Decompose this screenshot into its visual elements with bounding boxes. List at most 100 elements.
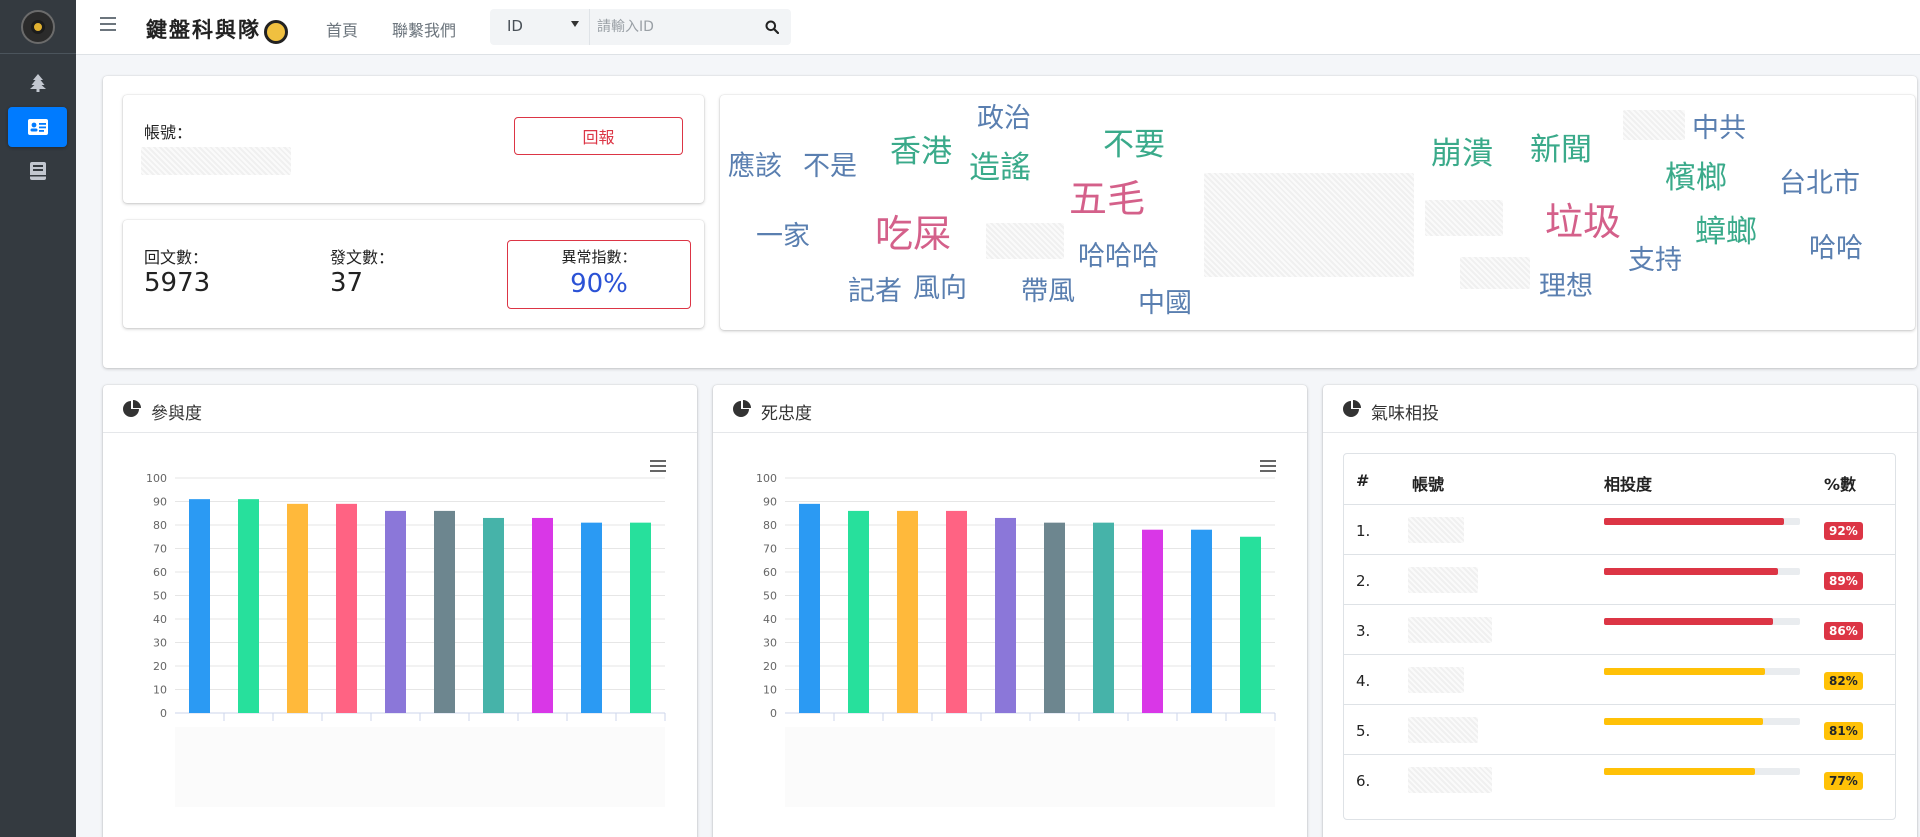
word-cloud-word: 台北市 bbox=[1779, 168, 1860, 199]
bar[interactable] bbox=[532, 517, 553, 713]
bar[interactable] bbox=[581, 522, 602, 713]
bar[interactable] bbox=[1191, 529, 1212, 713]
menu-toggle-icon[interactable] bbox=[100, 17, 116, 31]
search-input[interactable] bbox=[597, 9, 757, 45]
loyalty-title: 死忠度 bbox=[761, 404, 812, 424]
caret-down-icon bbox=[571, 21, 579, 27]
y-tick-label: 100 bbox=[146, 472, 167, 485]
bar[interactable] bbox=[1142, 529, 1163, 713]
sidebar-brand[interactable] bbox=[0, 0, 76, 54]
y-tick-label: 70 bbox=[763, 543, 777, 556]
percent-badge: 82% bbox=[1824, 672, 1863, 690]
word-cloud-word: 帶風 bbox=[1021, 276, 1075, 307]
search-button[interactable] bbox=[760, 16, 784, 38]
bar[interactable] bbox=[946, 510, 967, 713]
table-row[interactable]: 3. 86% bbox=[1344, 604, 1895, 654]
table-row[interactable]: 4. 82% bbox=[1344, 654, 1895, 704]
search-type-select[interactable]: ID bbox=[490, 9, 590, 45]
similarity-progress-fill bbox=[1604, 668, 1765, 675]
book-icon bbox=[29, 162, 46, 180]
account-redacted bbox=[1408, 517, 1464, 543]
word-cloud-redacted bbox=[1460, 257, 1530, 289]
bar[interactable] bbox=[336, 503, 357, 713]
similarity-progress bbox=[1604, 718, 1800, 725]
word-cloud-redacted bbox=[1623, 110, 1685, 140]
bar[interactable] bbox=[1044, 522, 1065, 713]
bar[interactable] bbox=[630, 522, 651, 713]
bar[interactable] bbox=[385, 510, 406, 713]
brand-logo-icon bbox=[264, 19, 288, 44]
loyalty-card: 死忠度 0 10 20 30 40 50 60 70 80 90 100 bbox=[713, 385, 1307, 837]
anomaly-label: 異常指數： bbox=[561, 248, 637, 266]
percent-badge: 86% bbox=[1824, 622, 1863, 640]
pie-chart-icon bbox=[733, 400, 751, 417]
top-navbar: 鍵盤科與隊 首頁 聯繫我們 ID bbox=[76, 0, 1920, 55]
table-row[interactable]: 6. 77% bbox=[1344, 754, 1895, 804]
account-label: 帳號： bbox=[144, 123, 193, 142]
replies-value: 5973 bbox=[144, 268, 211, 298]
participation-title: 參與度 bbox=[151, 404, 202, 424]
row-rank: 2. bbox=[1356, 572, 1371, 590]
word-cloud-word: 新聞 bbox=[1530, 132, 1592, 168]
word-cloud-word: 支持 bbox=[1628, 245, 1682, 276]
word-cloud-word: 政治 bbox=[977, 103, 1031, 134]
table-header-rank: # bbox=[1356, 471, 1370, 490]
similarity-progress-fill bbox=[1604, 618, 1773, 625]
bar[interactable] bbox=[995, 517, 1016, 713]
nav-contact-link[interactable]: 聯繫我們 bbox=[392, 17, 456, 41]
search-icon bbox=[765, 20, 779, 34]
y-tick-label: 20 bbox=[153, 660, 167, 673]
account-id-redacted bbox=[141, 147, 291, 175]
sidebar-item-tree[interactable] bbox=[8, 63, 67, 103]
y-tick-label: 100 bbox=[756, 472, 777, 485]
y-tick-label: 80 bbox=[763, 519, 777, 532]
row-rank: 3. bbox=[1356, 622, 1371, 640]
word-cloud-word: 五毛 bbox=[1069, 177, 1146, 221]
table-row[interactable]: 2. 89% bbox=[1344, 554, 1895, 604]
row-rank: 5. bbox=[1356, 722, 1371, 740]
row-rank: 4. bbox=[1356, 672, 1371, 690]
y-tick-label: 80 bbox=[153, 519, 167, 532]
word-cloud-word: 蟑螂 bbox=[1695, 214, 1757, 250]
bar[interactable] bbox=[189, 499, 210, 713]
report-button[interactable]: 回報 bbox=[514, 117, 683, 155]
sidebar-item-book[interactable] bbox=[8, 151, 67, 191]
word-cloud-word: 中國 bbox=[1138, 288, 1192, 319]
account-redacted bbox=[1408, 617, 1492, 643]
word-cloud-word: 理想 bbox=[1539, 271, 1593, 302]
similarity-progress bbox=[1604, 568, 1800, 575]
word-cloud-word: 吃屎 bbox=[875, 212, 952, 256]
bar[interactable] bbox=[238, 499, 259, 713]
table-row[interactable]: 1. 92% bbox=[1344, 504, 1895, 554]
y-tick-label: 10 bbox=[763, 684, 777, 697]
bar[interactable] bbox=[483, 517, 504, 713]
similarity-progress-fill bbox=[1604, 768, 1755, 775]
similarity-progress bbox=[1604, 668, 1800, 675]
table-row[interactable]: 5. 81% bbox=[1344, 704, 1895, 754]
y-tick-label: 10 bbox=[153, 684, 167, 697]
bar[interactable] bbox=[287, 503, 308, 713]
y-tick-label: 0 bbox=[770, 707, 777, 720]
bar[interactable] bbox=[897, 510, 918, 713]
word-cloud-word: 造謠 bbox=[969, 150, 1031, 186]
bar[interactable] bbox=[434, 510, 455, 713]
bar[interactable] bbox=[1093, 522, 1114, 713]
y-tick-label: 20 bbox=[763, 660, 777, 673]
sidebar-item-profile[interactable] bbox=[8, 107, 67, 147]
bar[interactable] bbox=[1240, 536, 1261, 713]
y-tick-label: 0 bbox=[160, 707, 167, 720]
similarity-progress-fill bbox=[1604, 568, 1779, 575]
nav-home-link[interactable]: 首頁 bbox=[326, 17, 358, 41]
replies-label: 回文數： bbox=[144, 248, 209, 267]
percent-badge: 81% bbox=[1824, 722, 1863, 740]
word-cloud-word: 不是 bbox=[803, 151, 857, 182]
brand-title[interactable]: 鍵盤科與隊 bbox=[146, 14, 288, 44]
row-rank: 1. bbox=[1356, 522, 1371, 540]
table-header-account: 帳號 bbox=[1412, 475, 1445, 494]
word-cloud-word: 一家 bbox=[756, 221, 810, 252]
bar[interactable] bbox=[848, 510, 869, 713]
participation-header: 參與度 bbox=[103, 385, 697, 433]
similarity-progress-fill bbox=[1604, 718, 1763, 725]
bar[interactable] bbox=[799, 503, 820, 713]
word-cloud-redacted bbox=[986, 223, 1064, 259]
